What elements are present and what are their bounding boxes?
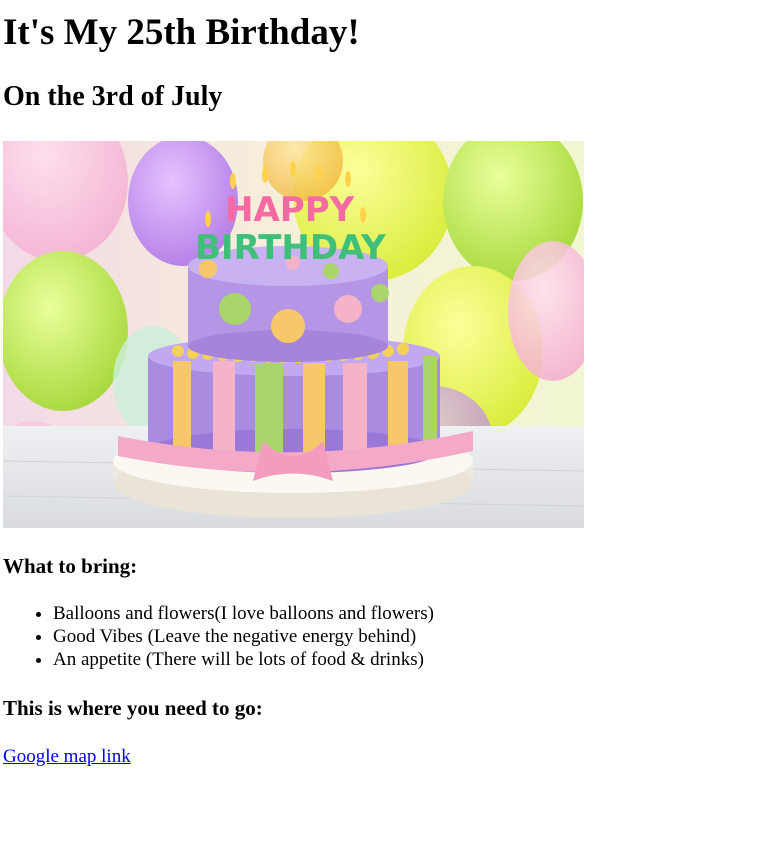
list-item: Balloons and flowers(I love balloons and… — [53, 602, 434, 625]
bring-list: Balloons and flowers(I love balloons and… — [3, 602, 434, 671]
location-heading: This is where you need to go: — [3, 696, 263, 720]
page: It's My 25th Birthday! On the 3rd of Jul… — [0, 0, 764, 767]
cake-illustration: HAPPY BIRTHDAY — [3, 141, 584, 528]
birthday-cake-image: HAPPY BIRTHDAY — [3, 141, 584, 528]
svg-text:BIRTHDAY: BIRTHDAY — [195, 228, 386, 268]
list-item: An appetite (There will be lots of food … — [53, 648, 434, 671]
bring-heading: What to bring: — [3, 554, 138, 578]
google-map-link[interactable]: Google map link — [3, 745, 131, 768]
date-subtitle: On the 3rd of July — [3, 81, 223, 112]
svg-text:HAPPY: HAPPY — [225, 190, 355, 230]
list-item: Good Vibes (Leave the negative energy be… — [53, 625, 434, 648]
page-title: It's My 25th Birthday! — [3, 12, 360, 53]
